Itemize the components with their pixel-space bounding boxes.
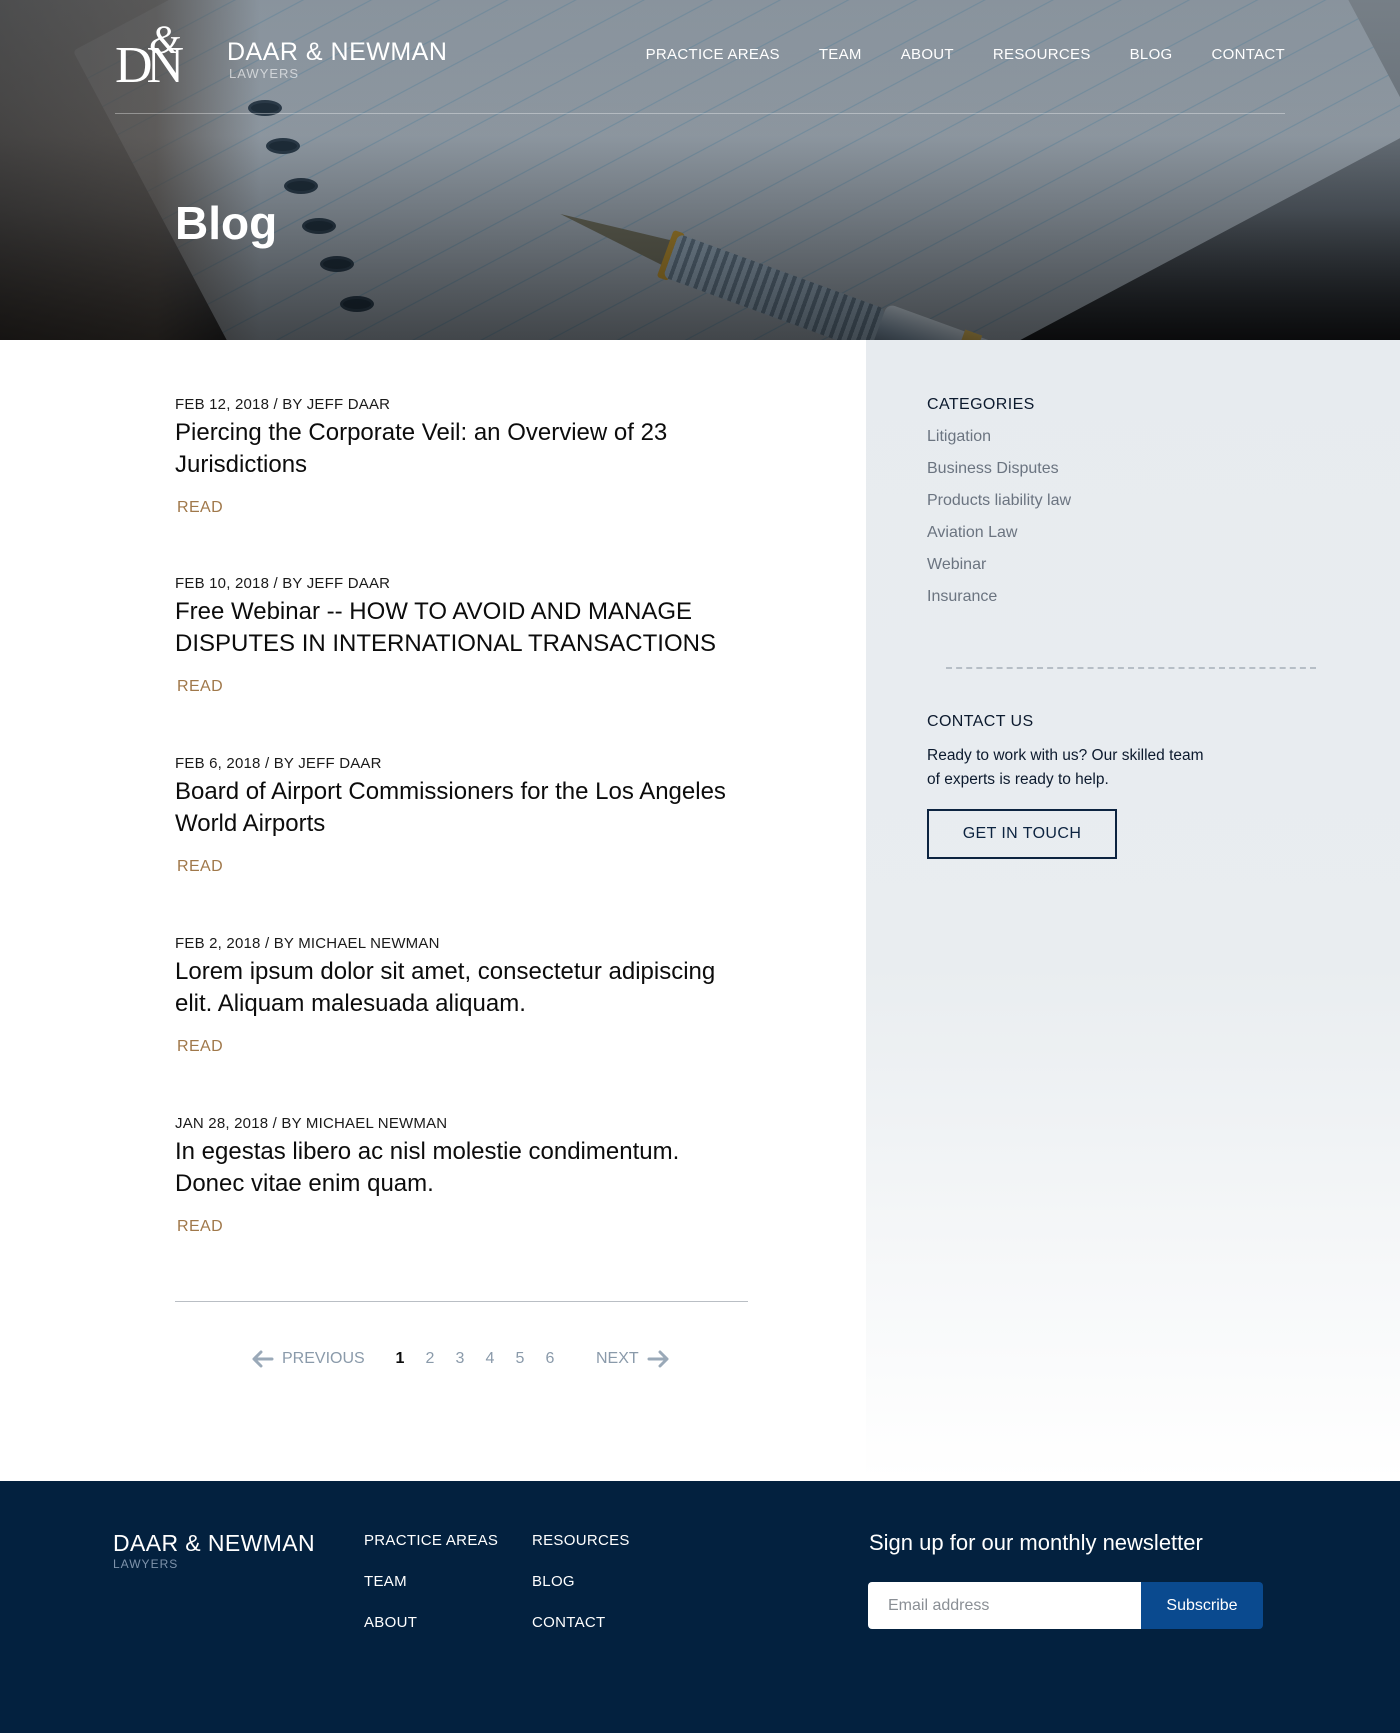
- post-meta: FEB 12, 2018 / BY JEFF DAAR: [175, 396, 391, 413]
- post-title[interactable]: Free Webinar -- HOW TO AVOID AND MANAGE …: [175, 596, 755, 660]
- post-title[interactable]: Lorem ipsum dolor sit amet, consectetur …: [175, 956, 755, 1020]
- post-meta: FEB 6, 2018 / BY JEFF DAAR: [175, 755, 382, 772]
- read-link[interactable]: READ: [177, 1038, 223, 1056]
- footer-link-practice-areas[interactable]: PRACTICE AREAS: [364, 1532, 498, 1549]
- brand-subtitle: LAWYERS: [229, 66, 300, 81]
- arrow-left-icon: [252, 1350, 274, 1368]
- next-label: NEXT: [596, 1350, 639, 1367]
- category-products-liability[interactable]: Products liability law: [927, 492, 1071, 510]
- nav-resources[interactable]: RESOURCES: [993, 46, 1091, 63]
- sidebar: CATEGORIES Litigation Business Disputes …: [866, 340, 1400, 1480]
- blog-post: FEB 2, 2018 / BY MICHAEL NEWMAN Lorem ip…: [175, 935, 755, 1020]
- blog-post: JAN 28, 2018 / BY MICHAEL NEWMAN In eges…: [175, 1115, 755, 1200]
- footer-link-blog[interactable]: BLOG: [532, 1573, 575, 1590]
- category-insurance[interactable]: Insurance: [927, 588, 997, 606]
- page-6[interactable]: 6: [542, 1350, 558, 1368]
- email-field[interactable]: [868, 1582, 1141, 1629]
- page-4[interactable]: 4: [482, 1350, 498, 1368]
- arrow-right-icon: [647, 1350, 669, 1368]
- blog-post: FEB 10, 2018 / BY JEFF DAAR Free Webinar…: [175, 575, 755, 660]
- post-title[interactable]: In egestas libero ac nisl molestie condi…: [175, 1136, 755, 1200]
- next-page-button[interactable]: NEXT: [596, 1350, 669, 1368]
- page-1[interactable]: 1: [392, 1350, 408, 1368]
- footer-brand[interactable]: DAAR & NEWMAN: [113, 1530, 315, 1557]
- logo-monogram[interactable]: DN &: [115, 16, 211, 94]
- category-business-disputes[interactable]: Business Disputes: [927, 460, 1059, 478]
- category-webinar[interactable]: Webinar: [927, 556, 986, 574]
- category-litigation[interactable]: Litigation: [927, 428, 991, 446]
- page-2[interactable]: 2: [422, 1350, 438, 1368]
- blog-post: FEB 12, 2018 / BY JEFF DAAR Piercing the…: [175, 396, 755, 481]
- pagination-divider: [175, 1301, 748, 1302]
- top-navigation: DN & DAAR & NEWMAN LAWYERS PRACTICE AREA…: [115, 0, 1285, 114]
- sidebar-divider: [946, 667, 1316, 669]
- footer-link-about[interactable]: ABOUT: [364, 1614, 417, 1631]
- read-link[interactable]: READ: [177, 858, 223, 876]
- post-title[interactable]: Board of Airport Commissioners for the L…: [175, 776, 755, 840]
- nav-practice-areas[interactable]: PRACTICE AREAS: [646, 46, 780, 63]
- nav-about[interactable]: ABOUT: [901, 46, 954, 63]
- page-title: Blog: [175, 197, 278, 249]
- footer-link-team[interactable]: TEAM: [364, 1573, 407, 1590]
- get-in-touch-button[interactable]: GET IN TOUCH: [927, 809, 1117, 859]
- nav-contact[interactable]: CONTACT: [1212, 46, 1285, 63]
- footer-brand-subtitle: LAWYERS: [113, 1557, 179, 1571]
- footer-link-contact[interactable]: CONTACT: [532, 1614, 605, 1631]
- logo-ampersand: &: [149, 17, 181, 62]
- contact-heading: CONTACT US: [927, 713, 1034, 730]
- nav-blog[interactable]: BLOG: [1130, 46, 1173, 63]
- page-5[interactable]: 5: [512, 1350, 528, 1368]
- nav-team[interactable]: TEAM: [819, 46, 862, 63]
- post-meta: FEB 2, 2018 / BY MICHAEL NEWMAN: [175, 935, 440, 952]
- read-link[interactable]: READ: [177, 678, 223, 696]
- read-link[interactable]: READ: [177, 1218, 223, 1236]
- post-title[interactable]: Piercing the Corporate Veil: an Overview…: [175, 417, 755, 481]
- post-meta: JAN 28, 2018 / BY MICHAEL NEWMAN: [175, 1115, 448, 1132]
- category-aviation-law[interactable]: Aviation Law: [927, 524, 1017, 542]
- hero-banner: DN & DAAR & NEWMAN LAWYERS PRACTICE AREA…: [0, 0, 1400, 340]
- categories-heading: CATEGORIES: [927, 396, 1035, 413]
- post-meta: FEB 10, 2018 / BY JEFF DAAR: [175, 575, 391, 592]
- contact-text: Ready to work with us? Our skilled team …: [927, 747, 1204, 788]
- previous-page-button[interactable]: PREVIOUS: [252, 1350, 365, 1368]
- footer: DAAR & NEWMAN LAWYERS PRACTICE AREAS TEA…: [0, 1481, 1400, 1733]
- blog-post: FEB 6, 2018 / BY JEFF DAAR Board of Airp…: [175, 755, 755, 840]
- main-menu: PRACTICE AREAS TEAM ABOUT RESOURCES BLOG…: [646, 46, 1285, 63]
- read-link[interactable]: READ: [177, 499, 223, 517]
- brand-name[interactable]: DAAR & NEWMAN: [227, 38, 447, 67]
- subscribe-button[interactable]: Subscribe: [1141, 1582, 1263, 1629]
- newsletter-heading: Sign up for our monthly newsletter: [869, 1530, 1203, 1555]
- footer-link-resources[interactable]: RESOURCES: [532, 1532, 630, 1549]
- previous-label: PREVIOUS: [282, 1350, 365, 1367]
- page-3[interactable]: 3: [452, 1350, 468, 1368]
